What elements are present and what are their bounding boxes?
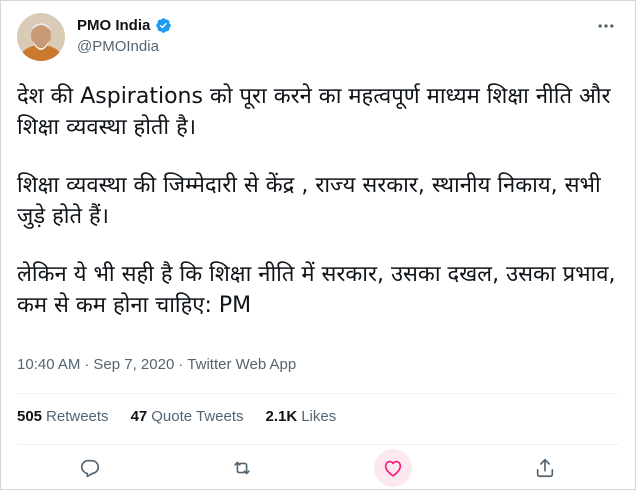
reply-button[interactable] [71, 449, 109, 487]
author-handle[interactable]: @PMOIndia [77, 38, 159, 55]
avatar[interactable] [17, 13, 65, 61]
author-name-row[interactable]: PMO India [77, 17, 172, 34]
verified-badge-icon [156, 18, 172, 33]
tweet-metadata: 10:40 AM · Sep 7, 2020 · Twitter Web App [17, 356, 296, 373]
meta-separator: · [178, 356, 184, 373]
retweets-count: 505 [17, 408, 43, 425]
likes-count: 2.1K [265, 408, 298, 425]
avatar-image [17, 13, 65, 61]
more-horizontal-icon [598, 24, 614, 28]
reply-icon [80, 459, 100, 478]
engagement-stats: 505 Retweets 47 Quote Tweets 2.1K Likes [17, 408, 336, 425]
tweet-paragraph: शिक्षा व्यवस्था की जिम्मेदारी से केंद्र … [17, 173, 601, 229]
likes-stat[interactable]: 2.1K Likes [266, 408, 337, 425]
likes-label: Likes [301, 408, 337, 425]
meta-separator: · [84, 356, 90, 373]
tweet-date[interactable]: Sep 7, 2020 [93, 356, 174, 373]
tweet-paragraph: देश की Aspirations को पूरा करने का महत्व… [17, 84, 611, 140]
retweets-stat[interactable]: 505 Retweets [17, 408, 109, 425]
quote-tweets-label: Quote Tweets [151, 408, 244, 425]
retweet-button[interactable] [223, 449, 261, 487]
divider [17, 444, 619, 445]
like-button[interactable] [374, 449, 412, 487]
share-icon [536, 458, 554, 478]
display-name[interactable]: PMO India [77, 17, 150, 34]
action-bar [1, 449, 637, 489]
quote-tweets-stat[interactable]: 47 Quote Tweets [131, 408, 244, 425]
tweet-paragraph: लेकिन ये भी सही है कि शिक्षा नीति में सर… [17, 262, 616, 318]
more-options-button[interactable] [591, 11, 621, 41]
share-button[interactable] [526, 449, 564, 487]
retweets-label: Retweets [46, 408, 109, 425]
tweet-time[interactable]: 10:40 AM [17, 356, 80, 373]
heart-icon [384, 460, 402, 477]
tweet-text: देश की Aspirations को पूरा करने का महत्व… [17, 81, 617, 348]
divider [17, 393, 619, 394]
quote-tweets-count: 47 [130, 408, 148, 425]
tweet-source[interactable]: Twitter Web App [187, 356, 296, 373]
retweet-icon [234, 461, 250, 475]
tweet-card: PMO India @PMOIndia देश की Aspirations क… [0, 0, 636, 490]
